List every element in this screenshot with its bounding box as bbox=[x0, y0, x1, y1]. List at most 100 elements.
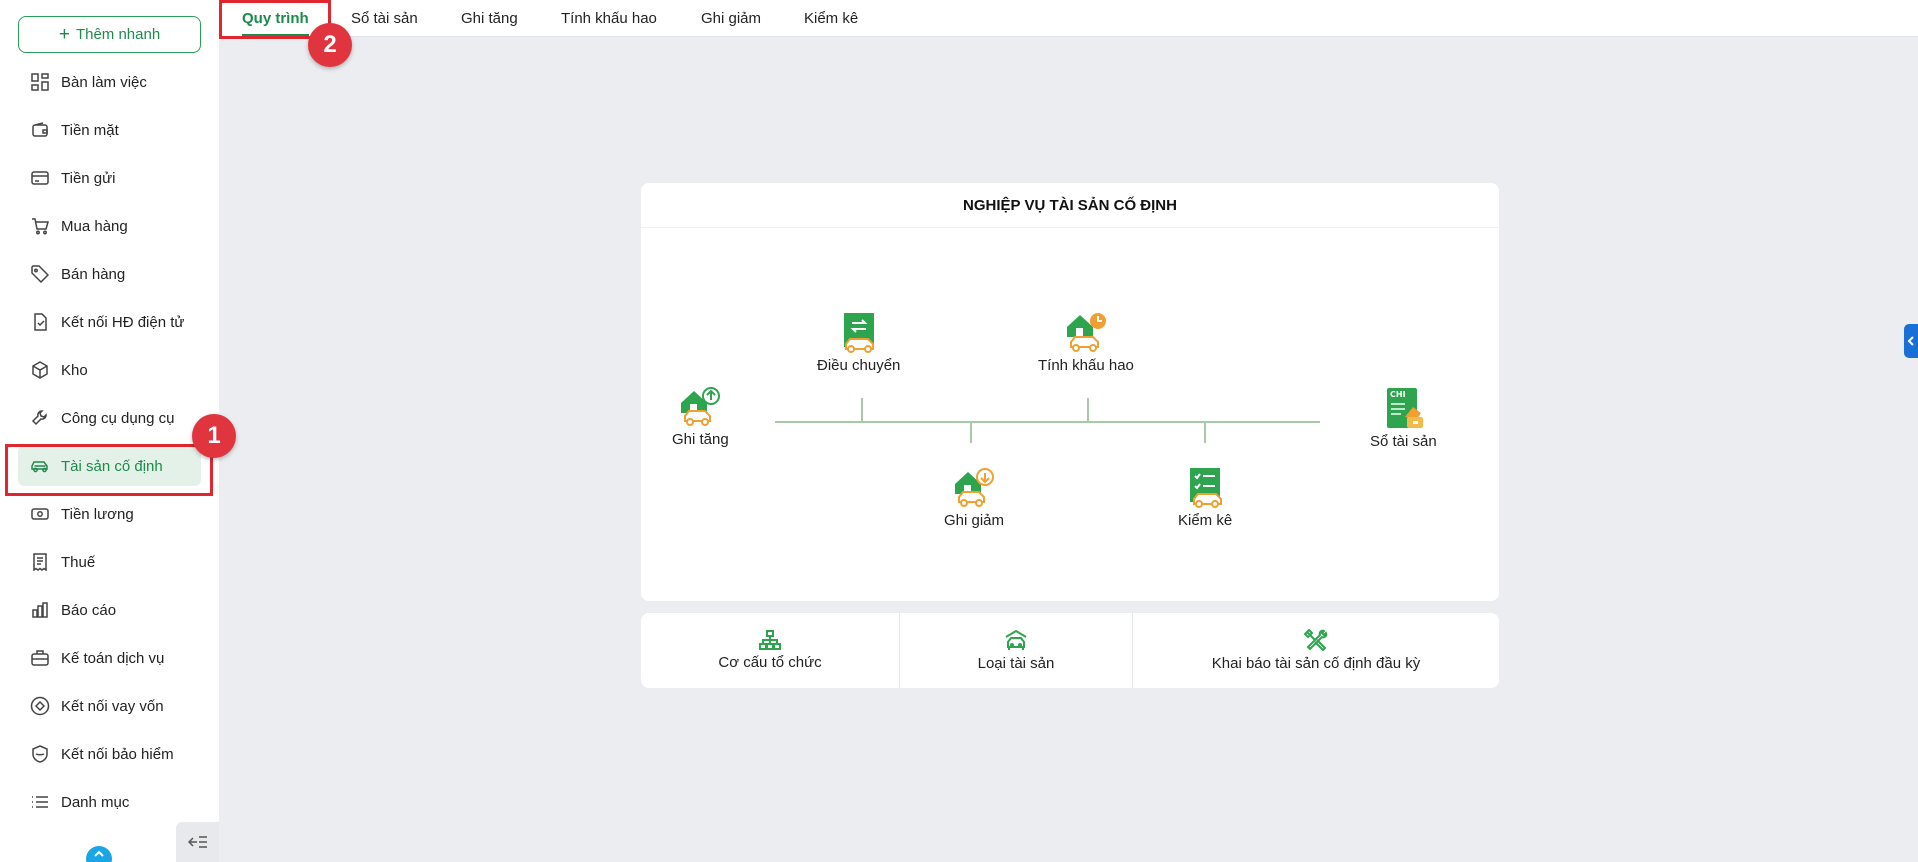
bar-chart-icon bbox=[30, 600, 50, 620]
sidebar-item-deposit[interactable]: Tiền gửi bbox=[18, 158, 201, 198]
dashboard-icon bbox=[30, 72, 50, 92]
connector-line bbox=[970, 423, 972, 443]
sidebar-item-label: Công cụ dụng cụ bbox=[61, 409, 175, 427]
loan-icon bbox=[30, 696, 50, 716]
sidebar-item-label: Kết nối HĐ điện tử bbox=[61, 313, 185, 331]
asset-type-button[interactable]: Loại tài sản bbox=[900, 613, 1132, 688]
sidebar-item-tools[interactable]: Công cụ dụng cụ bbox=[18, 398, 201, 438]
connector-line bbox=[1087, 398, 1089, 421]
sidebar-item-label: Kho bbox=[61, 361, 88, 379]
sidebar-item-label: Tiền mặt bbox=[61, 121, 119, 139]
org-structure-button[interactable]: Cơ cấu tổ chức bbox=[641, 613, 899, 688]
sidebar-item-label: Tiền lương bbox=[61, 505, 134, 523]
quick-add-label: Thêm nhanh bbox=[75, 26, 161, 43]
node-inventory-check[interactable]: Kiểm kê bbox=[1178, 466, 1232, 529]
briefcase-icon bbox=[30, 648, 50, 668]
node-increase[interactable]: Ghi tăng bbox=[672, 385, 729, 448]
sidebar-item-dashboard[interactable]: Bàn làm việc bbox=[18, 62, 201, 102]
sidebar-item-einvoice[interactable]: Kết nối HĐ điện tử bbox=[18, 302, 201, 342]
collapse-icon bbox=[187, 836, 207, 848]
box-icon bbox=[30, 360, 50, 380]
node-asset-ledger[interactable]: CHI Sổ tài sản bbox=[1370, 387, 1437, 450]
sidebar-item-label: Mua hàng bbox=[61, 217, 128, 235]
sidebar-item-catalog[interactable]: Danh mục bbox=[18, 782, 201, 822]
tab-label: Sổ tài sản bbox=[351, 10, 418, 27]
shield-icon bbox=[30, 744, 50, 764]
tab-increase[interactable]: Ghi tăng bbox=[461, 0, 518, 37]
org-structure-label: Cơ cấu tổ chức bbox=[718, 654, 822, 671]
sidebar-item-tax[interactable]: Thuế bbox=[18, 542, 201, 582]
tab-depreciation[interactable]: Tính khấu hao bbox=[561, 0, 657, 37]
list-icon bbox=[30, 792, 50, 812]
annotation-badge-2: 2 bbox=[308, 23, 352, 67]
chi-badge-text: CHI bbox=[1390, 390, 1406, 399]
scroll-up-button[interactable] bbox=[86, 846, 112, 862]
depreciation-clock-icon bbox=[1066, 313, 1106, 352]
wallet-icon bbox=[30, 120, 50, 140]
card-icon bbox=[30, 168, 50, 188]
tag-icon bbox=[30, 264, 50, 284]
sidebar-item-label: Bán hàng bbox=[61, 265, 126, 283]
sidebar-item-label: Kế toán dịch vụ bbox=[61, 649, 165, 667]
house-car-down-icon bbox=[955, 468, 995, 507]
tools-icon bbox=[1304, 629, 1328, 651]
node-label: Kiểm kê bbox=[1178, 512, 1233, 529]
connector-line bbox=[861, 398, 863, 421]
sidebar-item-label: Kết nối vay vốn bbox=[61, 697, 164, 715]
node-decrease[interactable]: Ghi giảm bbox=[944, 466, 1004, 529]
sidebar-item-salary[interactable]: Tiền lương bbox=[18, 494, 201, 534]
wrench-icon bbox=[30, 408, 50, 428]
tab-label: Ghi giảm bbox=[701, 10, 762, 27]
sidebar-item-reports[interactable]: Báo cáo bbox=[18, 590, 201, 630]
house-car-up-icon bbox=[681, 387, 721, 426]
settings-bar: Cơ cấu tổ chức Loại tài sản Khai báo tài… bbox=[641, 613, 1499, 688]
vehicle-icon bbox=[1005, 629, 1027, 650]
sidebar-item-label: Thuế bbox=[61, 553, 96, 571]
tab-inventory-check[interactable]: Kiểm kê bbox=[804, 0, 858, 37]
transfer-icon bbox=[843, 313, 874, 353]
money-icon bbox=[30, 504, 50, 524]
tab-decrease[interactable]: Ghi giảm bbox=[701, 0, 761, 37]
sidebar-item-purchase[interactable]: Mua hàng bbox=[18, 206, 201, 246]
process-card: NGHIỆP VỤ TÀI SẢN CỐ ĐỊNH Ghi tăng Điều … bbox=[641, 183, 1499, 601]
node-label: Điều chuyển bbox=[817, 357, 901, 374]
collapse-sidebar-button[interactable] bbox=[176, 822, 219, 862]
receipt-icon bbox=[30, 552, 50, 572]
asset-type-label: Loại tài sản bbox=[977, 655, 1055, 672]
highlight-box-1 bbox=[5, 444, 213, 496]
side-panel-toggle[interactable] bbox=[1904, 324, 1918, 358]
sidebar-item-insurance[interactable]: Kết nối bảo hiểm bbox=[18, 734, 201, 774]
node-label: Ghi giảm bbox=[944, 512, 1005, 529]
sidebar-item-cash[interactable]: Tiền mặt bbox=[18, 110, 201, 150]
sidebar-item-label: Bàn làm việc bbox=[61, 73, 147, 91]
sidebar-item-warehouse[interactable]: Kho bbox=[18, 350, 201, 390]
node-transfer[interactable]: Điều chuyển bbox=[817, 311, 900, 374]
chevron-left-icon bbox=[1907, 336, 1914, 346]
annotation-badge-1: 1 bbox=[192, 414, 236, 458]
opening-assets-button[interactable]: Khai báo tài sản cố định đầu kỳ bbox=[1133, 613, 1499, 688]
node-label: Sổ tài sản bbox=[1370, 433, 1437, 450]
tab-asset-ledger[interactable]: Sổ tài sản bbox=[351, 0, 418, 37]
checklist-icon bbox=[1190, 468, 1223, 508]
sidebar-item-label: Báo cáo bbox=[61, 601, 117, 619]
invoice-icon bbox=[30, 312, 50, 332]
sidebar-item-loan[interactable]: Kết nối vay vốn bbox=[18, 686, 201, 726]
tab-label: Kiểm kê bbox=[804, 10, 859, 27]
tab-bar: Quy trình Sổ tài sản Ghi tăng Tính khấu … bbox=[219, 0, 1918, 37]
chevron-up-icon bbox=[94, 850, 104, 857]
timeline-line bbox=[775, 421, 1320, 423]
node-depreciation[interactable]: Tính khấu hao bbox=[1038, 311, 1134, 374]
node-label: Ghi tăng bbox=[672, 431, 729, 448]
sidebar-item-service-accounting[interactable]: Kế toán dịch vụ bbox=[18, 638, 201, 678]
sidebar: + Thêm nhanh Bàn làm việc Tiền mặt Tiền … bbox=[0, 0, 219, 862]
connector-line bbox=[1204, 423, 1206, 443]
sidebar-item-sales[interactable]: Bán hàng bbox=[18, 254, 201, 294]
cart-icon bbox=[30, 216, 50, 236]
sidebar-item-label: Kết nối bảo hiểm bbox=[61, 745, 174, 763]
node-label: Tính khấu hao bbox=[1038, 357, 1134, 374]
plus-icon: + bbox=[58, 24, 70, 45]
org-chart-icon bbox=[759, 630, 781, 650]
process-title: NGHIỆP VỤ TÀI SẢN CỐ ĐỊNH bbox=[641, 183, 1499, 228]
quick-add-button[interactable]: + Thêm nhanh bbox=[18, 16, 201, 53]
tab-label: Tính khấu hao bbox=[561, 10, 657, 27]
